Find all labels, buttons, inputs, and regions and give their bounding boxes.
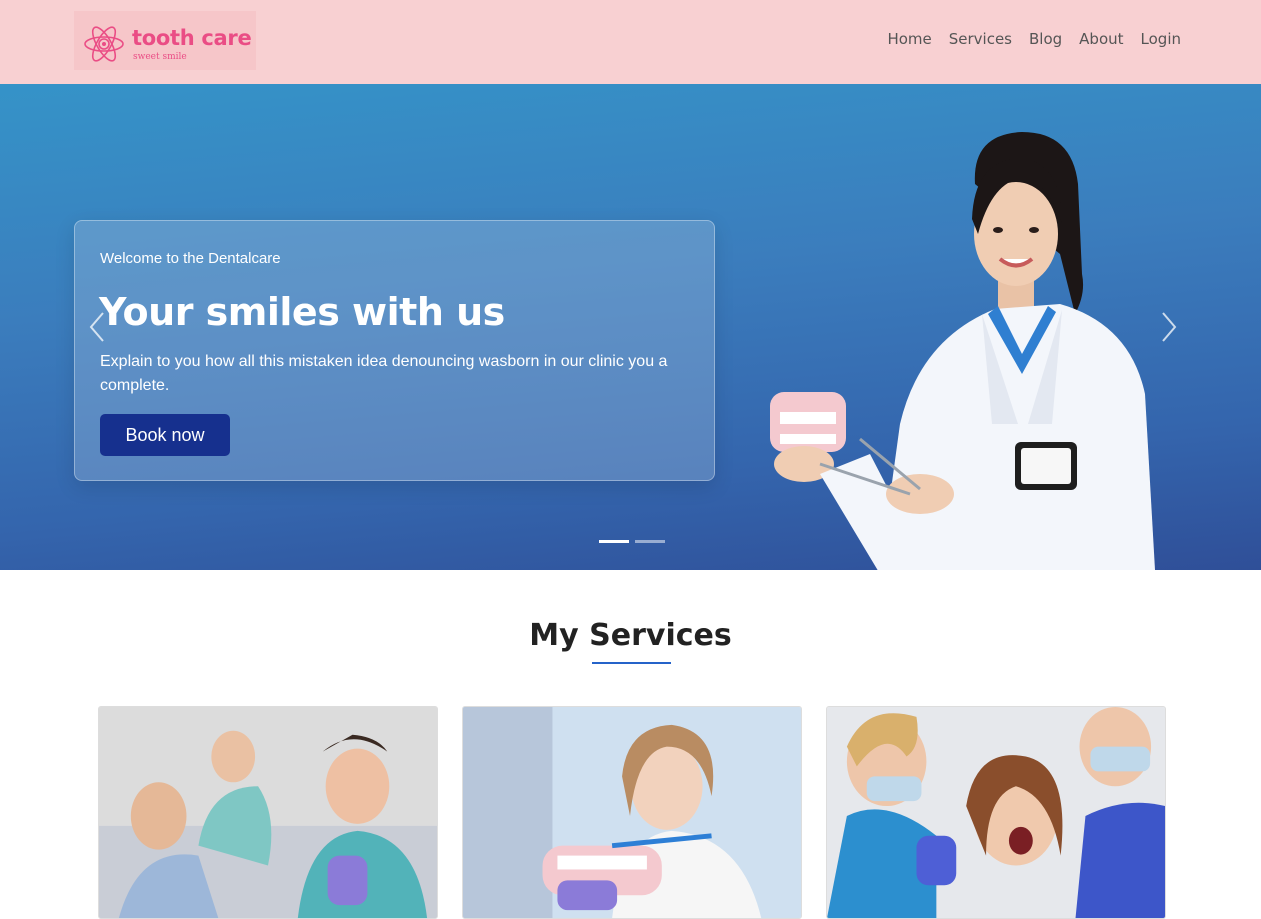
dental-treatment-photo (827, 707, 1165, 918)
site-header: tooth care sweet smile Home Services Blo… (0, 0, 1261, 84)
hero-carousel: Welcome to the Dentalcare Your smiles wi… (0, 84, 1261, 570)
main-nav: Home Services Blog About Login (887, 30, 1181, 48)
logo-title: tooth care (132, 26, 252, 50)
nav-blog[interactable]: Blog (1029, 30, 1062, 48)
child-brushing-model-photo (463, 707, 801, 918)
chevron-left-icon[interactable] (86, 309, 110, 345)
logo-tagline: sweet smile (133, 52, 187, 62)
book-now-button[interactable]: Book now (100, 414, 230, 456)
dental-checkup-photo (99, 707, 437, 918)
services-title: My Services (529, 618, 732, 653)
nav-about[interactable]: About (1079, 30, 1123, 48)
logo[interactable]: tooth care sweet smile (74, 11, 256, 70)
atom-logo-icon (84, 26, 124, 62)
hero-description: Explain to you how all this mistaken ide… (100, 353, 668, 394)
hero-title: Your smiles with us (99, 290, 505, 334)
service-card-treatment[interactable] (826, 706, 1166, 919)
carousel-indicator-2[interactable] (635, 540, 665, 543)
service-card-kids[interactable] (462, 706, 802, 919)
service-card-checkup[interactable] (98, 706, 438, 919)
carousel-indicators (599, 540, 665, 543)
nav-login[interactable]: Login (1141, 30, 1181, 48)
dentist-image (770, 132, 1155, 570)
hero-kicker: Welcome to the Dentalcare (100, 250, 281, 267)
title-underline (592, 662, 671, 664)
nav-home[interactable]: Home (887, 30, 931, 48)
carousel-indicator-1[interactable] (599, 540, 629, 543)
nav-services[interactable]: Services (949, 30, 1012, 48)
chevron-right-icon[interactable] (1156, 309, 1180, 345)
hero-caption-card: Welcome to the Dentalcare Your smiles wi… (74, 220, 715, 481)
